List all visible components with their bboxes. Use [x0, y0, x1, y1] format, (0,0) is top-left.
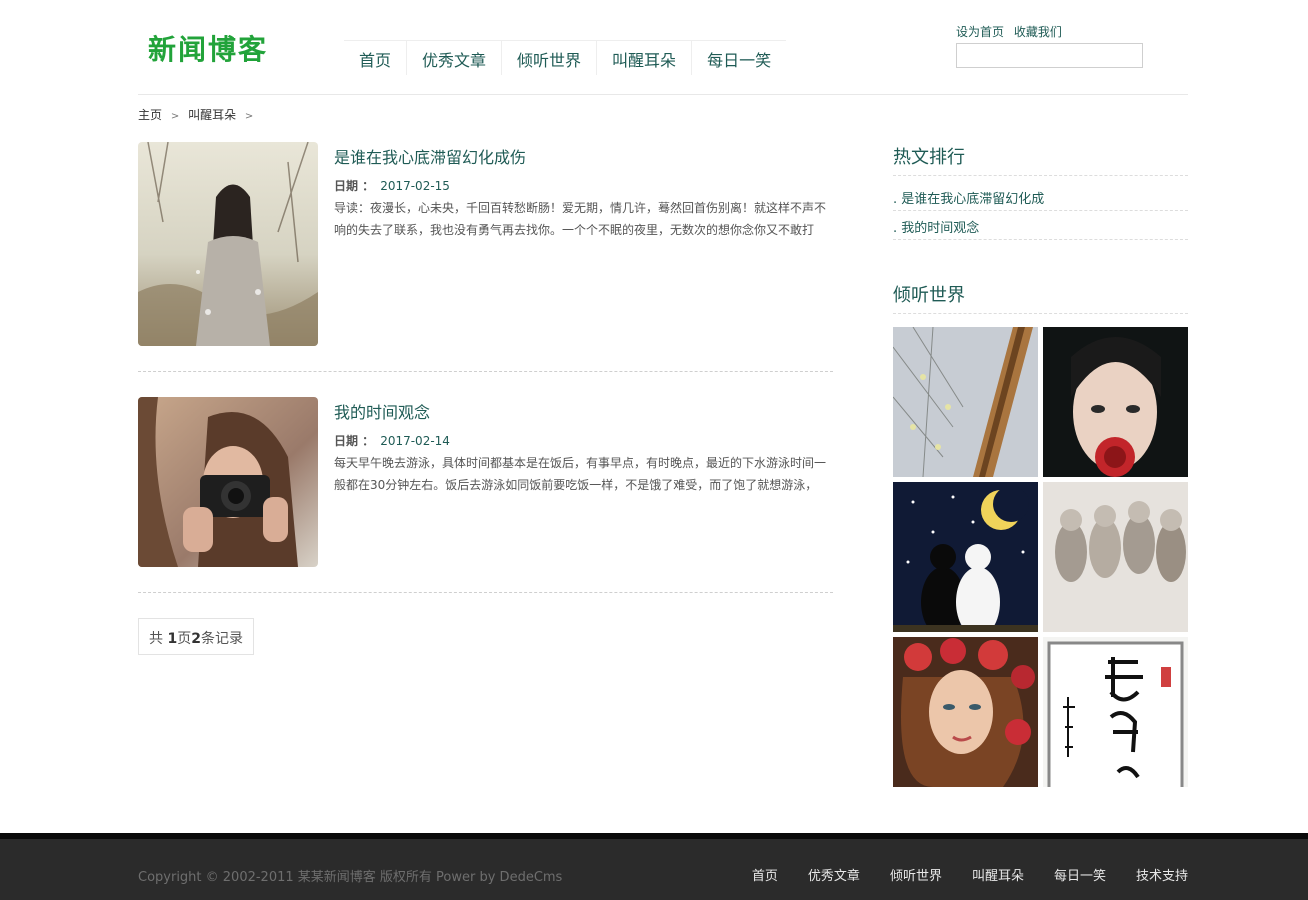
- nav-item-daily-laugh[interactable]: 每日一笑: [691, 41, 786, 75]
- breadcrumb-home[interactable]: 主页: [138, 108, 162, 122]
- gallery-image-tree[interactable]: [893, 327, 1038, 477]
- footer-nav-support[interactable]: 技术支持: [1136, 865, 1188, 884]
- article-date: 日期 ： 2017-02-14: [334, 432, 450, 449]
- gallery-image-woman-rose[interactable]: [1043, 327, 1188, 477]
- gallery-image-woman-flowers[interactable]: [893, 637, 1038, 787]
- article-title[interactable]: 我的时间观念: [334, 399, 430, 423]
- footer-nav-daily-laugh[interactable]: 每日一笑: [1054, 865, 1106, 884]
- hot-article-link[interactable]: . 是谁在我心底滞留幻化成: [893, 182, 1188, 211]
- record-count: 2: [191, 631, 201, 647]
- date-label: 日期 ：: [334, 434, 375, 448]
- article-title[interactable]: 是谁在我心底滞留幻化成伤: [334, 144, 526, 168]
- breadcrumb-separator: >: [244, 111, 254, 122]
- copyright-text: Copyright © 2002-2011 某某新闻博客 版权所有 Power …: [138, 870, 563, 885]
- article-summary: 导读：夜漫长，心未央，千回百转愁断肠！爱无期，情几许，蓦然回首伤别离！就这样不声…: [334, 201, 827, 237]
- breadcrumb-separator: >: [170, 111, 180, 122]
- main-nav: 首页 优秀文章 倾听世界 叫醒耳朵 每日一笑: [344, 40, 787, 75]
- pagination-info: 共 1页2条记录: [138, 618, 254, 655]
- nav-item-world[interactable]: 倾听世界: [501, 41, 596, 75]
- article-item: 我的时间观念 日期 ： 2017-02-14 每天早午晚去游泳，具体时间都基本是在…: [138, 397, 833, 593]
- article-summary: 每天早午晚去游泳，具体时间都基本是在饭后，有事早点，有时晚点，最近的下水游泳时间…: [334, 456, 827, 492]
- site-footer: Copyright © 2002-2011 某某新闻博客 版权所有 Power …: [0, 833, 1308, 900]
- bookmark-link[interactable]: 收藏我们: [1014, 25, 1062, 39]
- set-homepage-link[interactable]: 设为首页: [956, 25, 1004, 39]
- date-label: 日期 ：: [334, 179, 375, 193]
- nav-item-home[interactable]: 首页: [344, 41, 406, 75]
- date-value: 2017-02-15: [380, 179, 450, 193]
- article-thumbnail[interactable]: [138, 397, 318, 567]
- article-item: 是谁在我心底滞留幻化成伤 日期 ： 2017-02-15 导读：夜漫长，心未央，千…: [138, 142, 833, 372]
- search-input[interactable]: [956, 43, 1143, 68]
- gallery-image-calligraphy[interactable]: [1043, 637, 1188, 787]
- nav-item-articles[interactable]: 优秀文章: [406, 41, 501, 75]
- gallery-image-cats-moon[interactable]: [893, 482, 1038, 632]
- page-count: 1: [167, 631, 178, 647]
- footer-nav-world[interactable]: 倾听世界: [890, 865, 942, 884]
- gallery-image-kittens[interactable]: [1043, 482, 1188, 632]
- article-date: 日期 ： 2017-02-15: [334, 177, 450, 194]
- site-header: 新闻博客 首页 优秀文章 倾听世界 叫醒耳朵 每日一笑 设为首页 收藏我们: [138, 0, 1188, 95]
- date-value: 2017-02-14: [380, 434, 450, 448]
- breadcrumb-current[interactable]: 叫醒耳朵: [188, 108, 236, 122]
- breadcrumb: 主页 > 叫醒耳朵 >: [138, 106, 258, 123]
- footer-nav: 首页 优秀文章 倾听世界 叫醒耳朵 每日一笑 技术支持: [752, 865, 1188, 884]
- gallery-title: 倾听世界: [893, 281, 1188, 314]
- footer-nav-ears[interactable]: 叫醒耳朵: [972, 865, 1024, 884]
- hot-article-link[interactable]: . 我的时间观念: [893, 211, 1188, 240]
- footer-nav-articles[interactable]: 优秀文章: [808, 865, 860, 884]
- hot-articles-title: 热文排行: [893, 143, 1188, 176]
- site-logo[interactable]: 新闻博客: [148, 28, 268, 68]
- top-links: 设为首页 收藏我们: [956, 23, 1062, 40]
- article-thumbnail[interactable]: [138, 142, 318, 346]
- nav-item-ears[interactable]: 叫醒耳朵: [596, 41, 691, 75]
- footer-nav-home[interactable]: 首页: [752, 865, 778, 884]
